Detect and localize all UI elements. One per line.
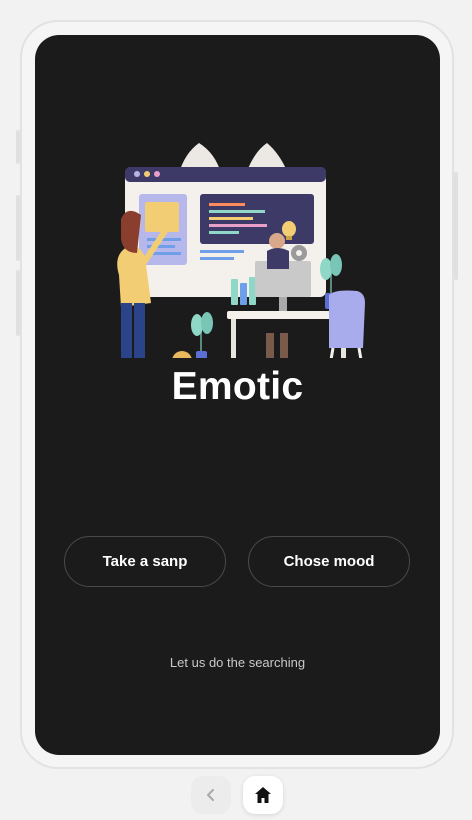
volume-up-button xyxy=(16,195,20,261)
power-button xyxy=(454,172,458,280)
choose-mood-button[interactable]: Chose mood xyxy=(248,536,410,587)
tagline-text: Let us do the searching xyxy=(169,655,306,670)
home-icon xyxy=(255,787,271,803)
home-button[interactable] xyxy=(243,776,283,814)
app-screen: Emotic Take a sanp Chose mood Let us do … xyxy=(35,35,440,755)
back-button[interactable] xyxy=(191,776,231,814)
take-snap-button[interactable]: Take a sanp xyxy=(64,536,226,587)
workspace-illustration xyxy=(117,143,365,358)
chevron-left-icon xyxy=(207,789,214,801)
volume-down-button xyxy=(16,270,20,336)
side-button xyxy=(16,130,20,164)
app-title: Emotic xyxy=(171,365,304,408)
